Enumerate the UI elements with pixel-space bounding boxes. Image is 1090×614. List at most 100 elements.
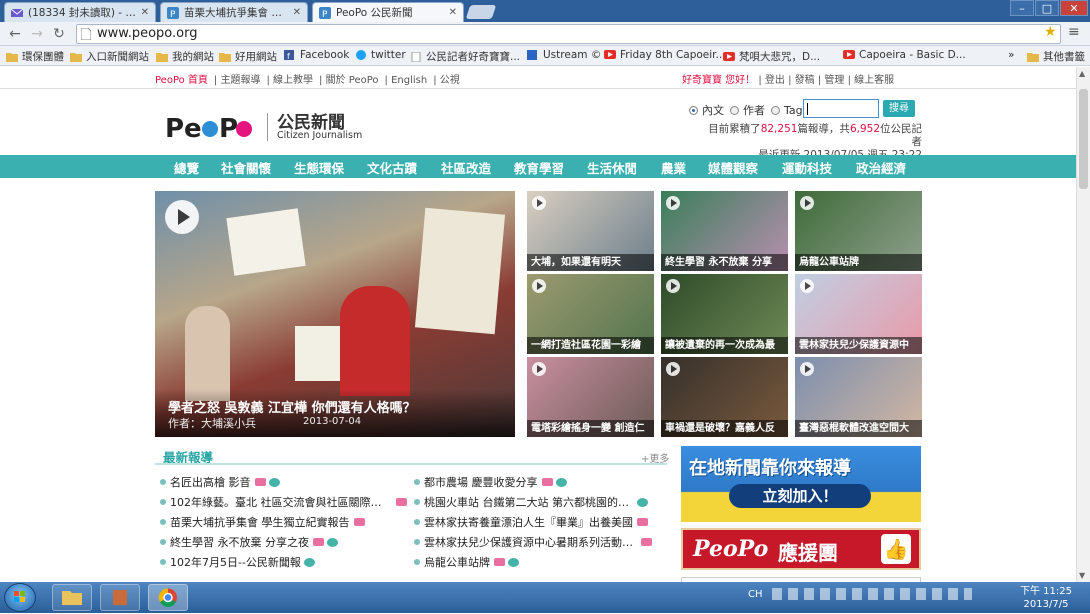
nav-item[interactable]: 媒體觀察 (708, 158, 758, 177)
back-arrow-icon[interactable]: ← (6, 25, 24, 43)
close-tab-icon[interactable]: ✕ (141, 7, 149, 18)
radio-author[interactable] (730, 105, 739, 115)
nav-item[interactable]: 總覽 (174, 158, 199, 177)
radio-tag[interactable] (771, 105, 780, 115)
scroll-down-icon[interactable]: ▼ (1079, 571, 1085, 580)
video-thumb[interactable]: 車禍還是破壞？嘉義人反 (661, 357, 788, 437)
scroll-thumb[interactable] (1079, 89, 1088, 189)
close-tab-icon[interactable]: ✕ (449, 7, 457, 18)
nav-item[interactable]: 社會關懷 (221, 158, 271, 177)
video-thumb[interactable]: 雲林家扶兒少保護資源中 (795, 274, 922, 354)
video-thumb[interactable]: 烏龍公車站牌 (795, 191, 922, 271)
thumb-caption: 讓被遺棄的再一次成為最 (661, 337, 788, 354)
banner-headline: 在地新聞靠你來報導 (689, 458, 851, 479)
bookmark-star-icon[interactable]: ★ (1044, 24, 1057, 40)
list-item[interactable]: 名匠出高檜 影音 (160, 474, 280, 490)
search-input[interactable] (803, 99, 879, 118)
url-field[interactable]: www.peopo.org (76, 24, 1061, 44)
support-link[interactable]: 線上客服 (854, 75, 894, 86)
list-item[interactable]: 烏龍公車站牌 (414, 554, 519, 570)
reload-icon[interactable]: ↻ (50, 25, 68, 43)
vertical-scrollbar[interactable]: ▲ ▼ (1076, 67, 1090, 582)
manage-link[interactable]: 管理 (824, 75, 844, 86)
join-button[interactable]: 立刻加入！ (729, 484, 871, 508)
bookmark-item[interactable]: 入口新聞網站 (70, 49, 149, 64)
play-icon[interactable] (165, 200, 199, 234)
taskbar-app[interactable] (100, 584, 140, 611)
bookmarks-overflow-button[interactable]: » (1008, 49, 1014, 61)
start-button[interactable] (4, 583, 36, 612)
bookmark-item[interactable]: 公民記者好奇寶寶... (410, 49, 520, 64)
video-icon (254, 478, 266, 486)
top-link[interactable]: 線上教學 (273, 75, 313, 86)
nav-item[interactable]: 教育學習 (514, 158, 564, 177)
video-thumb[interactable]: 終生學習 永不放棄 分享 (661, 191, 788, 271)
featured-title[interactable]: 學者之怒 吳敦義 江宜樺 你們還有人格嗎？ (168, 397, 416, 416)
nav-item[interactable]: 社區改造 (441, 158, 491, 177)
bookmark-youtube[interactable]: Friday 8th Capoeir... (604, 49, 726, 61)
video-thumb[interactable]: 大埔，如果還有明天 (527, 191, 654, 271)
list-item[interactable]: 雲林家扶兒少保護資源中心暑期系列活動… (414, 534, 652, 550)
bookmark-youtube[interactable]: Capoeira - Basic D... (843, 49, 966, 61)
bookmark-twitter[interactable]: twitter (355, 49, 406, 61)
taskbar-explorer[interactable] (52, 584, 92, 611)
list-item[interactable]: 桃園火車站 台鐵第二大站 第六都桃園的… (414, 494, 648, 510)
join-banner[interactable]: 在地新聞靠你來報導 立刻加入！ (681, 446, 921, 522)
bookmark-other[interactable]: 其他書籤 (1027, 49, 1085, 64)
video-thumb[interactable]: 讓被遺棄的再一次成為最 (661, 274, 788, 354)
minimize-button[interactable]: – (1010, 0, 1034, 16)
scroll-up-icon[interactable]: ▲ (1079, 69, 1085, 78)
new-tab-button[interactable] (465, 5, 497, 19)
nav-item[interactable]: 農業 (661, 158, 686, 177)
featured-author[interactable]: 作者：大埔溪小兵 (168, 415, 256, 431)
list-item[interactable]: 102年7月5日--公民新聞報 (160, 554, 315, 570)
nav-item[interactable]: 運動科技 (782, 158, 832, 177)
nav-item[interactable]: 生態環保 (294, 158, 344, 177)
forward-arrow-icon[interactable]: → (28, 25, 46, 43)
tray-icons[interactable] (771, 588, 972, 600)
bookmark-youtube[interactable]: 梵唄大悲咒，D... (723, 49, 820, 64)
post-link[interactable]: 發稿 (795, 75, 815, 86)
site-logo[interactable]: Pe P 公民新聞 Citizen Journalism (165, 109, 365, 145)
clock[interactable]: 下午 11:25 2013/7/5 (1020, 585, 1072, 611)
top-link[interactable]: English (391, 75, 427, 86)
video-thumb[interactable]: 電塔彩繪搖身一變 創造仁 (527, 357, 654, 437)
top-link[interactable]: 公視 (440, 75, 460, 86)
nav-item[interactable]: 政治經濟 (856, 158, 906, 177)
taskbar-chrome[interactable] (148, 584, 188, 611)
list-item[interactable]: 102年綠藝。臺北 社區交流會與社區關際… (160, 494, 407, 510)
list-item[interactable]: 都市農場 慶豐收愛分享 (414, 474, 567, 490)
tab-article[interactable]: P 苗栗大埔抗爭集會 學生獨 ✕ (160, 2, 308, 22)
logout-link[interactable]: 登出 (765, 75, 785, 86)
list-item[interactable]: 終生學習 永不放棄 分享之夜 (160, 534, 338, 550)
close-window-button[interactable]: ✕ (1060, 0, 1088, 16)
bookmark-item[interactable]: 環保團體 (6, 49, 64, 64)
top-link[interactable]: 主題報導 (220, 75, 260, 86)
overflow-label: » (1008, 49, 1015, 61)
tab-gmail[interactable]: (18334 封未讀取) - tchan ✕ (4, 2, 156, 22)
nav-item[interactable]: 生活休閒 (587, 158, 637, 177)
video-thumb[interactable]: 一網打造社區花園一彩繪 (527, 274, 654, 354)
maximize-button[interactable]: □ (1035, 0, 1059, 16)
bookmark-item[interactable]: 我的網站 (156, 49, 214, 64)
bookmark-ustream[interactable]: Ustream © (527, 49, 601, 61)
list-item[interactable]: 雲林家扶寄養童漂泊人生『畢業』出養美國 (414, 514, 648, 530)
radio-content[interactable] (689, 105, 698, 115)
home-link[interactable]: PeoPo 首頁 (155, 75, 208, 86)
language-indicator[interactable]: CH (748, 589, 763, 600)
close-tab-icon[interactable]: ✕ (293, 7, 301, 18)
menu-icon[interactable]: ≡ (1068, 24, 1080, 40)
video-icon (353, 518, 365, 526)
radio-label: 作者 (743, 104, 765, 117)
nav-item[interactable]: 文化古蹟 (367, 158, 417, 177)
support-banner[interactable]: PeoPo 應援團 👍 (681, 528, 921, 570)
list-item[interactable]: 苗栗大埔抗爭集會 學生獨立紀實報告 (160, 514, 365, 530)
bookmark-item[interactable]: 好用網站 (219, 49, 277, 64)
top-link[interactable]: 關於 PeoPo (326, 75, 379, 86)
tab-peopo[interactable]: P PeoPo 公民新聞 ✕ (312, 2, 464, 22)
video-thumb[interactable]: 臺灣惡棍軟體改進空間大 (795, 357, 922, 437)
featured-video[interactable]: 學者之怒 吳敦義 江宜樺 你們還有人格嗎？ 作者：大埔溪小兵 2013-07-0… (155, 191, 515, 437)
taskbar: CH 下午 11:25 2013/7/5 (0, 582, 1090, 613)
search-button[interactable]: 搜尋 (883, 100, 915, 117)
bookmark-facebook[interactable]: f Facebook (284, 49, 349, 61)
